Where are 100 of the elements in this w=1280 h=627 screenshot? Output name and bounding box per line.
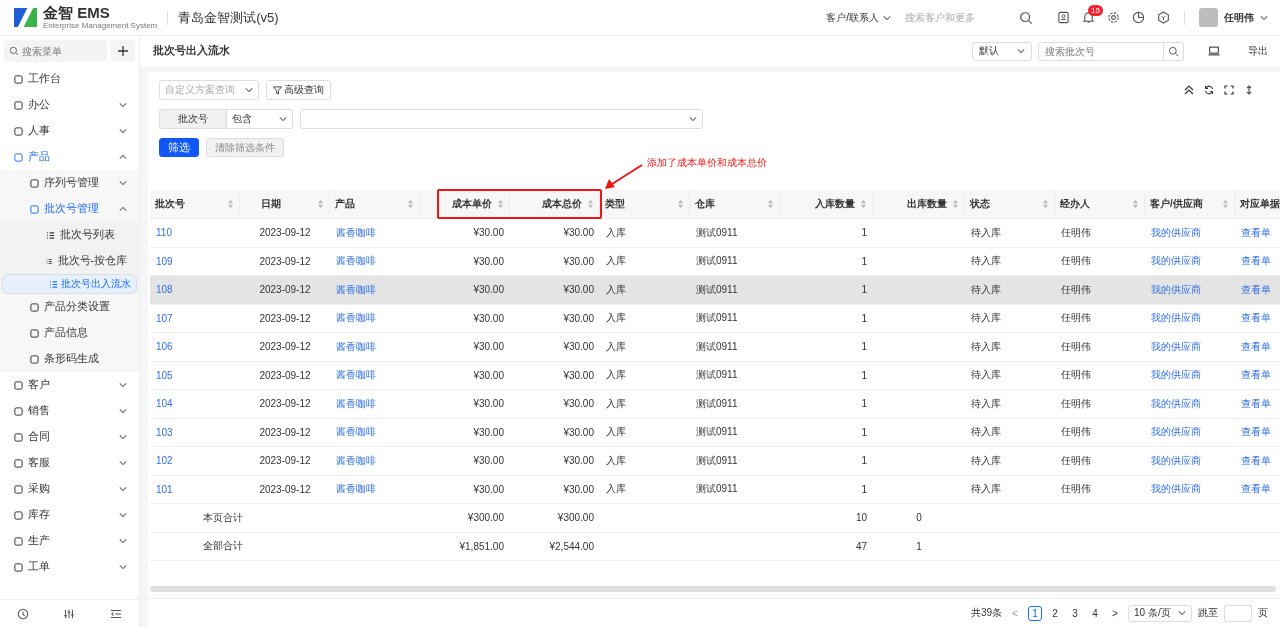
page-button[interactable]: 2: [1048, 605, 1062, 621]
column-header[interactable]: 日期: [240, 190, 330, 218]
search-icon[interactable]: [1168, 45, 1179, 57]
table-link[interactable]: 查看单: [1235, 361, 1280, 389]
table-link[interactable]: 查看单: [1235, 418, 1280, 446]
table-row[interactable]: 105 2023-09-12 酱香咖啡 ¥30.00 ¥30.00 入库 测试0911 1 待入库 任明伟 我的供应商 查看单: [150, 361, 1280, 390]
table-row[interactable]: 106 2023-09-12 酱香咖啡 ¥30.00 ¥30.00 入库 测试0911 1 待入库 任明伟 我的供应商 查看单: [150, 333, 1280, 362]
pie-chart-icon[interactable]: [1132, 11, 1145, 24]
contact-card-icon[interactable]: [1057, 11, 1070, 24]
advanced-query-button[interactable]: 高级查询: [266, 80, 331, 100]
column-header[interactable]: 产品: [330, 190, 420, 218]
table-row[interactable]: 110 2023-09-12 酱香咖啡 ¥30.00 ¥30.00 入库 测试0911 1 待入库 任明伟 我的供应商 查看单: [150, 219, 1280, 248]
table-link[interactable]: 酱香咖啡: [330, 361, 420, 389]
table-link[interactable]: 我的供应商: [1145, 247, 1235, 275]
user-name[interactable]: 任明伟: [1224, 10, 1254, 25]
table-link[interactable]: 酱香咖啡: [330, 219, 420, 247]
table-row[interactable]: 103 2023-09-12 酱香咖啡 ¥30.00 ¥30.00 入库 测试0911 1 待入库 任明伟 我的供应商 查看单: [150, 418, 1280, 447]
filter-button[interactable]: 筛选: [159, 138, 199, 157]
table-link[interactable]: 酱香咖啡: [330, 333, 420, 361]
search-icon[interactable]: [1019, 10, 1033, 25]
table-link[interactable]: 110: [150, 219, 240, 247]
menu-item[interactable]: 批次号列表: [0, 222, 139, 248]
batch-search-field[interactable]: 搜索批次号: [1038, 41, 1164, 61]
refresh-icon[interactable]: [1204, 85, 1214, 95]
table-link[interactable]: 酱香咖啡: [330, 276, 420, 304]
menu-item[interactable]: 工单: [0, 554, 139, 580]
column-header[interactable]: 入库数量: [780, 190, 873, 218]
menu-search-field[interactable]: 搜索菜单: [4, 40, 107, 62]
settings-icon[interactable]: [1107, 11, 1120, 24]
table-link[interactable]: 我的供应商: [1145, 447, 1235, 475]
table-link[interactable]: 102: [150, 447, 240, 475]
table-row[interactable]: 108 2023-09-12 酱香咖啡 ¥30.00 ¥30.00 入库 测试0911 1 待入库 任明伟 我的供应商 查看单: [150, 276, 1280, 305]
table-link[interactable]: 酱香咖啡: [330, 247, 420, 275]
table-row[interactable]: 102 2023-09-12 酱香咖啡 ¥30.00 ¥30.00 入库 测试0911 1 待入库 任明伟 我的供应商 查看单: [150, 447, 1280, 476]
menu-item[interactable]: 产品: [0, 144, 139, 170]
hexagon-icon[interactable]: [1157, 11, 1170, 24]
table-link[interactable]: 查看单: [1235, 247, 1280, 275]
table-link[interactable]: 查看单: [1235, 276, 1280, 304]
column-header[interactable]: 状态: [965, 190, 1055, 218]
menu-item[interactable]: 库存: [0, 502, 139, 528]
vertical-arrows-icon[interactable]: [1244, 85, 1254, 95]
table-row[interactable]: 104 2023-09-12 酱香咖啡 ¥30.00 ¥30.00 入库 测试0911 1 待入库 任明伟 我的供应商 查看单: [150, 390, 1280, 419]
table-link[interactable]: 105: [150, 361, 240, 389]
double-chevron-up-icon[interactable]: [1184, 85, 1194, 95]
table-row[interactable]: 107 2023-09-12 酱香咖啡 ¥30.00 ¥30.00 入库 测试0911 1 待入库 任明伟 我的供应商 查看单: [150, 304, 1280, 333]
page-button[interactable]: 1: [1028, 605, 1042, 621]
column-header[interactable]: 出库数量: [873, 190, 965, 218]
table-link[interactable]: 我的供应商: [1145, 304, 1235, 332]
table-link[interactable]: 查看单: [1235, 333, 1280, 361]
table-link[interactable]: 酱香咖啡: [330, 447, 420, 475]
menu-item[interactable]: 销售: [0, 398, 139, 424]
table-link[interactable]: 我的供应商: [1145, 333, 1235, 361]
menu-item[interactable]: 工作台: [0, 66, 139, 92]
table-link[interactable]: 我的供应商: [1145, 418, 1235, 446]
table-link[interactable]: 我的供应商: [1145, 276, 1235, 304]
add-button[interactable]: [111, 40, 135, 62]
column-header[interactable]: 经办人: [1055, 190, 1145, 218]
menu-item[interactable]: 办公: [0, 92, 139, 118]
search-icon[interactable]: [9, 46, 19, 56]
column-header[interactable]: 类型: [600, 190, 690, 218]
page-button[interactable]: 3: [1068, 605, 1082, 621]
menu-item[interactable]: 条形码生成: [0, 346, 139, 372]
table-link[interactable]: 查看单: [1235, 390, 1280, 418]
table-link[interactable]: 我的供应商: [1145, 390, 1235, 418]
table-link[interactable]: 109: [150, 247, 240, 275]
menu-item[interactable]: 客服: [0, 450, 139, 476]
column-header[interactable]: 对应单据: [1235, 190, 1280, 218]
view-select[interactable]: 默认: [972, 41, 1032, 61]
column-header[interactable]: 客户/供应商: [1145, 190, 1235, 218]
menu-item[interactable]: 人事: [0, 118, 139, 144]
table-link[interactable]: 101: [150, 475, 240, 503]
menu-item[interactable]: 客户: [0, 372, 139, 398]
menu-item[interactable]: 合同: [0, 424, 139, 450]
collapse-menu-icon[interactable]: [109, 607, 122, 620]
next-page-button[interactable]: >: [1108, 605, 1122, 621]
table-link[interactable]: 我的供应商: [1145, 475, 1235, 503]
menu-item[interactable]: 产品信息: [0, 320, 139, 346]
fullscreen-icon[interactable]: [1224, 85, 1234, 95]
column-header[interactable]: 批次号: [150, 190, 240, 218]
table-link[interactable]: 107: [150, 304, 240, 332]
table-link[interactable]: 104: [150, 390, 240, 418]
sliders-icon[interactable]: [63, 607, 76, 620]
table-link[interactable]: 查看单: [1235, 447, 1280, 475]
table-link[interactable]: 106: [150, 333, 240, 361]
page-size-select[interactable]: 10 条/页: [1128, 604, 1192, 622]
table-link[interactable]: 酱香咖啡: [330, 304, 420, 332]
jump-page-field[interactable]: [1224, 604, 1252, 622]
table-link[interactable]: 酱香咖啡: [330, 390, 420, 418]
table-link[interactable]: 酱香咖啡: [330, 418, 420, 446]
menu-item[interactable]: 批次号出入流水: [2, 274, 137, 294]
table-link[interactable]: 103: [150, 418, 240, 446]
table-link[interactable]: 我的供应商: [1145, 361, 1235, 389]
column-header[interactable]: 成本总价: [510, 190, 600, 218]
table-link[interactable]: 查看单: [1235, 304, 1280, 332]
search-button[interactable]: [1164, 41, 1184, 61]
monitor-icon[interactable]: [1208, 45, 1220, 57]
menu-item[interactable]: 产品分类设置: [0, 294, 139, 320]
table-link[interactable]: 我的供应商: [1145, 219, 1235, 247]
menu-item[interactable]: 序列号管理: [0, 170, 139, 196]
menu-item[interactable]: 生产: [0, 528, 139, 554]
